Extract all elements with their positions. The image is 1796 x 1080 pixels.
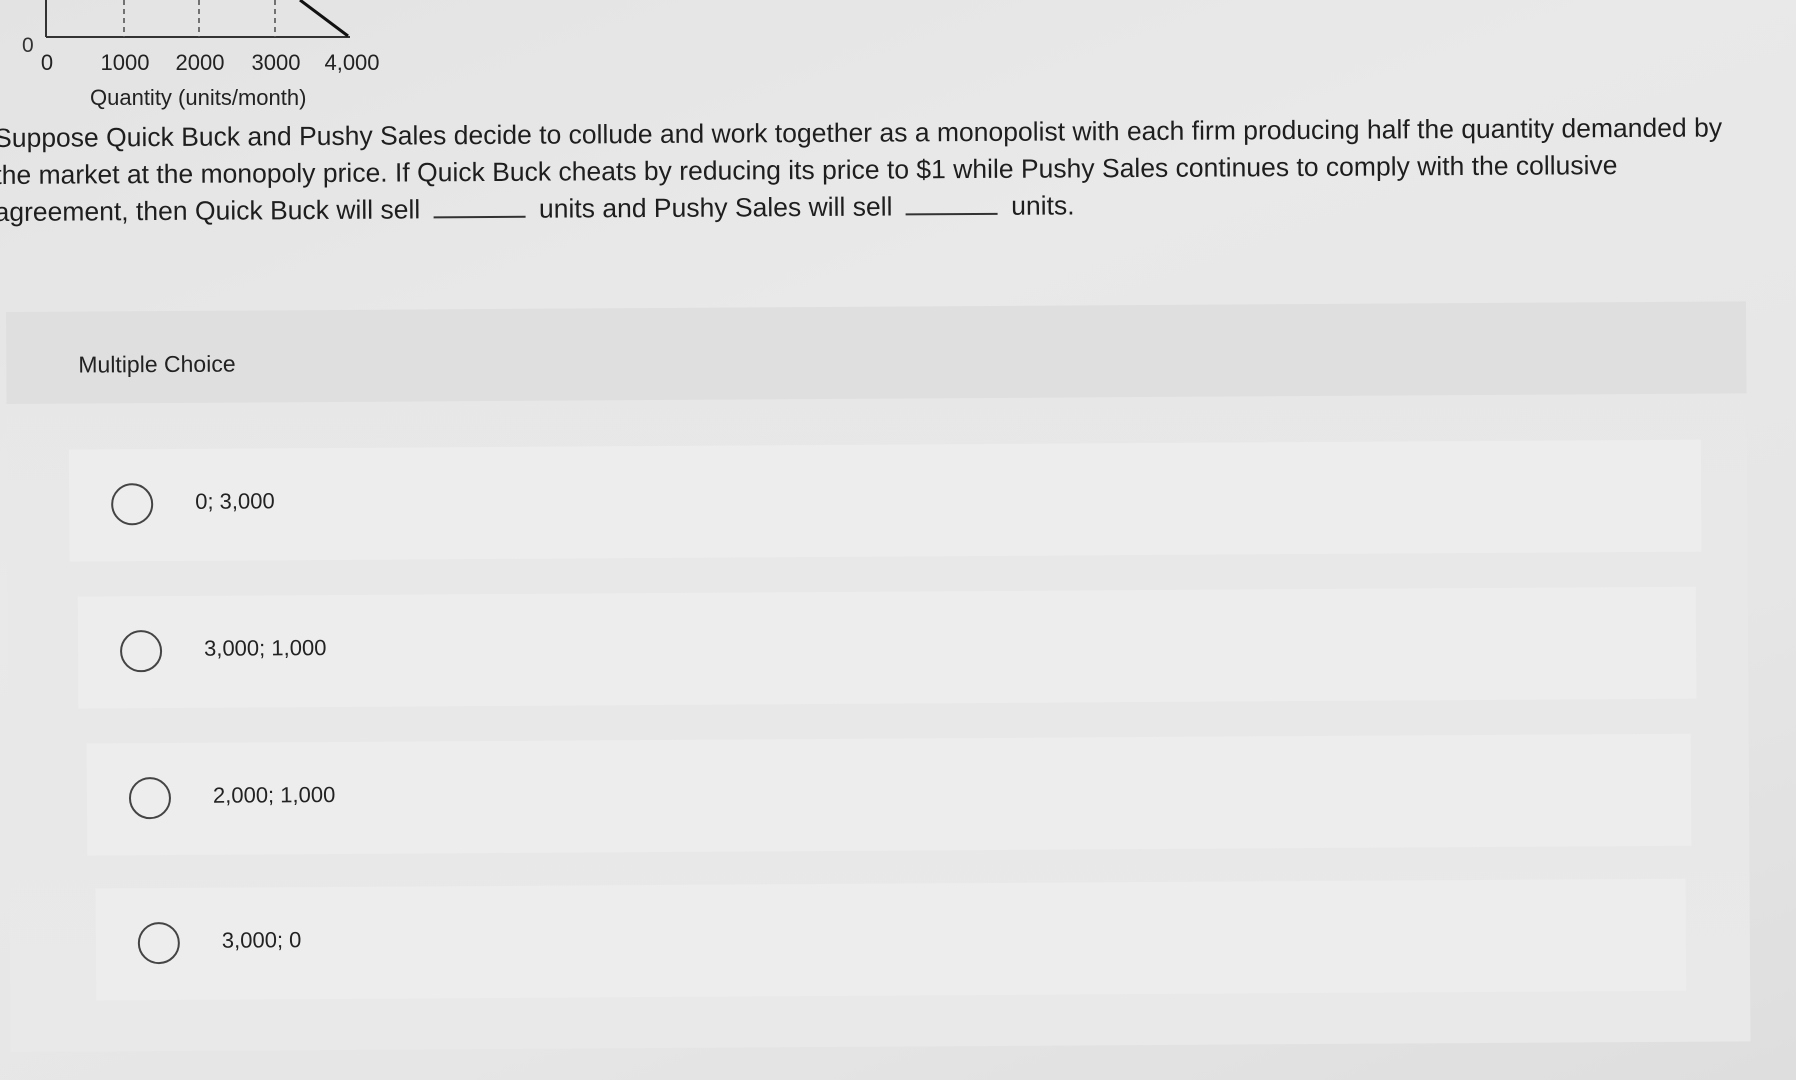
- answer-option-a[interactable]: 0; 3,000: [68, 439, 1702, 562]
- answer-option-label: 3,000; 1,000: [203, 635, 327, 661]
- radio-button-icon[interactable]: [119, 630, 163, 673]
- radio-button-icon[interactable]: [128, 777, 172, 820]
- x-axis-label: Quantity (units/month): [90, 85, 307, 110]
- answer-option-label: 3,000; 0: [221, 927, 302, 953]
- chart-fragment: 0 0 1000 2000 3000 4,000 Quantity (units…: [0, 0, 420, 120]
- answer-option-label: 2,000; 1,000: [212, 781, 336, 808]
- question-part-3: units.: [1011, 190, 1075, 221]
- x-tick-label: 2000: [175, 50, 225, 75]
- answer-option-c[interactable]: 2,000; 1,000: [86, 733, 1692, 856]
- answer-blank-2: [905, 190, 998, 216]
- x-tick-label: 3000: [251, 50, 301, 75]
- answer-option-d[interactable]: 3,000; 0: [95, 878, 1687, 1001]
- answer-option-label: 0; 3,000: [195, 488, 275, 514]
- question-text: Suppose Quick Buck and Pushy Sales decid…: [0, 109, 1755, 231]
- question-part-2: units and Pushy Sales will sell: [538, 191, 893, 224]
- multiple-choice-title: Multiple Choice: [78, 350, 236, 378]
- x-tick-label: 4,000: [324, 50, 380, 75]
- y-axis-origin-label: 0: [22, 34, 34, 57]
- radio-button-icon[interactable]: [137, 921, 180, 965]
- x-tick-label: 0: [40, 50, 54, 75]
- multiple-choice-card: Multiple Choice 0; 3,000 3,000; 1,000 2,…: [6, 301, 1751, 1052]
- x-tick-label: 1000: [100, 50, 150, 75]
- answer-option-b[interactable]: 3,000; 1,000: [77, 586, 1697, 709]
- answer-blank-1: [433, 193, 526, 219]
- multiple-choice-header: Multiple Choice: [6, 301, 1747, 404]
- radio-button-icon[interactable]: [111, 483, 154, 526]
